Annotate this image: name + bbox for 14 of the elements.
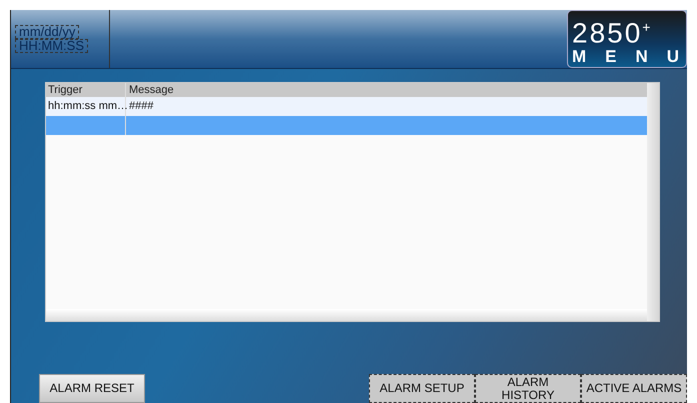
table-row[interactable]: hh:mm:ss mm…#### bbox=[46, 97, 647, 116]
alarm-nav-button[interactable]: ALARM HISTORY bbox=[475, 374, 581, 403]
alarm-reset-button[interactable]: ALARM RESET bbox=[39, 374, 145, 403]
table-cell: hh:mm:ss mm… bbox=[48, 100, 128, 112]
alarm-nav-button[interactable]: ACTIVE ALARMS bbox=[581, 374, 687, 403]
column-header: Message bbox=[128, 83, 175, 97]
alarm-nav-button[interactable]: ALARM SETUP bbox=[369, 374, 475, 403]
horizontal-scrollbar[interactable] bbox=[46, 309, 647, 321]
table-cell: #### bbox=[129, 100, 154, 112]
vertical-scrollbar[interactable] bbox=[647, 83, 659, 321]
table-row[interactable] bbox=[46, 116, 647, 135]
date-display: mm/dd/yy bbox=[15, 25, 80, 39]
menu-button[interactable]: 2850$^{+}$ MENU bbox=[567, 10, 687, 68]
time-display: HH:MM:SS bbox=[15, 39, 88, 53]
